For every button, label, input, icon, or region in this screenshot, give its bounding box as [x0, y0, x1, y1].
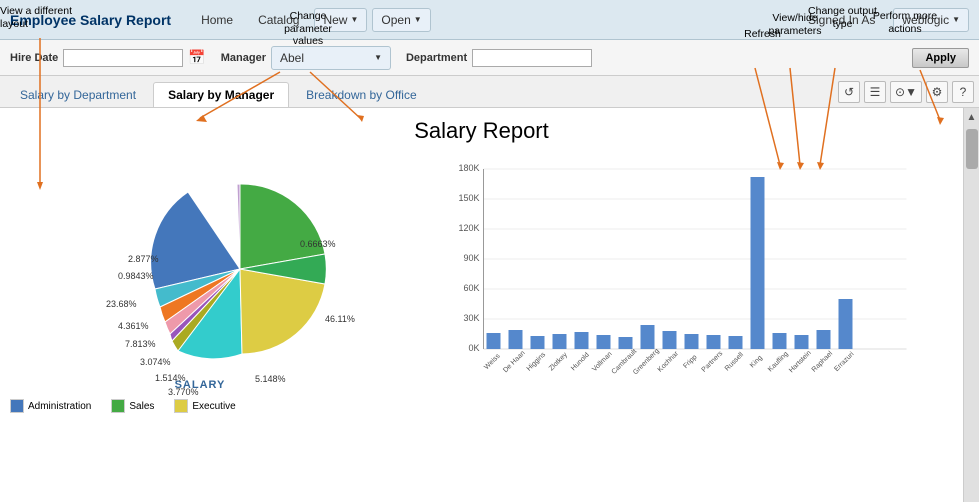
- report-title: Salary Report: [10, 118, 953, 144]
- nav-bar: Employee Salary Report Home Catalog New …: [0, 0, 979, 40]
- param-bar: Hire Date 📅 Manager Abel ▼ Department Ap…: [0, 40, 979, 76]
- tab-breakdown-office[interactable]: Breakdown by Office: [291, 82, 432, 107]
- report-area: Salary Report 0.6663% 46.11% 5.148% 3.77…: [0, 108, 963, 502]
- svg-text:Kaufling: Kaufling: [767, 350, 790, 373]
- hire-date-input[interactable]: [63, 49, 183, 67]
- pct-label-10: 0.9843%: [118, 271, 154, 281]
- legend: Administration Sales Executive: [10, 399, 390, 413]
- svg-text:Raphael: Raphael: [811, 350, 835, 374]
- bar-chart-area: 180K 150K 120K 90K 60K 30K 0K: [410, 159, 953, 379]
- manager-value: Abel: [280, 51, 371, 65]
- svg-text:Partners: Partners: [701, 350, 725, 374]
- new-caret-icon: ▼: [350, 15, 358, 24]
- change-output-button[interactable]: ⊙▼: [890, 81, 922, 103]
- pct-label-4: 3.770%: [168, 387, 199, 397]
- pct-label-2: 46.11%: [325, 314, 355, 324]
- department-group: Department: [406, 49, 592, 67]
- view-hide-params-button[interactable]: ☰: [864, 81, 886, 103]
- new-dropdown[interactable]: New ▼: [314, 8, 367, 32]
- refresh-button[interactable]: ↺: [838, 81, 860, 103]
- svg-text:0K: 0K: [468, 343, 479, 353]
- legend-executive: Executive: [174, 399, 235, 413]
- svg-text:Errazuri: Errazuri: [833, 350, 856, 373]
- scrollbar[interactable]: ▲: [963, 108, 979, 502]
- hire-date-group: Hire Date 📅: [10, 49, 206, 67]
- tabs-bar: Salary by Department Salary by Manager B…: [0, 76, 979, 108]
- settings-button[interactable]: ⚙: [926, 81, 948, 103]
- svg-text:60K: 60K: [463, 283, 479, 293]
- legend-administration: Administration: [10, 399, 91, 413]
- manager-group: Manager Abel ▼: [221, 46, 391, 70]
- pct-label-1: 0.6663%: [300, 239, 336, 249]
- open-caret-icon: ▼: [414, 15, 422, 24]
- pct-label-3: 5.148%: [255, 374, 286, 384]
- nav-right: Signed In As weblogic ▼: [798, 8, 969, 32]
- pct-label-9: 23.68%: [106, 299, 137, 309]
- manager-dropdown[interactable]: Abel ▼: [271, 46, 391, 70]
- app-title: Employee Salary Report: [10, 12, 171, 28]
- svg-text:Fripp: Fripp: [682, 354, 698, 370]
- bar-svg: 180K 150K 120K 90K 60K 30K 0K: [410, 159, 953, 379]
- legend-label-sales: Sales: [129, 401, 154, 412]
- manager-caret-icon: ▼: [374, 53, 382, 62]
- tab-salary-department[interactable]: Salary by Department: [5, 82, 151, 107]
- legend-sales: Sales: [111, 399, 154, 413]
- new-label: New: [323, 13, 347, 27]
- pie-svg: [10, 159, 390, 379]
- svg-text:Higgins: Higgins: [526, 351, 548, 373]
- legend-label-exec: Executive: [192, 401, 235, 412]
- user-caret-icon: ▼: [952, 15, 960, 24]
- legend-color-exec: [174, 399, 188, 413]
- manager-label: Manager: [221, 52, 266, 64]
- svg-text:Hartstein: Hartstein: [788, 349, 813, 374]
- svg-text:Zlotkey: Zlotkey: [548, 351, 569, 372]
- charts-row: 0.6663% 46.11% 5.148% 3.770% 1.514% 3.07…: [10, 159, 953, 413]
- legend-label-admin: Administration: [28, 401, 91, 412]
- svg-text:Hunold: Hunold: [570, 352, 591, 373]
- signed-in-label: Signed In As: [798, 9, 885, 31]
- legend-color-sales: [111, 399, 125, 413]
- tabs-right-icons: ↺ ☰ ⊙▼ ⚙ ?: [838, 81, 974, 107]
- bar-chart-container: 180K 150K 120K 90K 60K 30K 0K: [410, 159, 953, 379]
- nav-links: Home Catalog New ▼ Open ▼: [191, 8, 798, 32]
- pct-label-8: 4.361%: [118, 321, 149, 331]
- department-label: Department: [406, 52, 467, 64]
- pie-chart-title: SALARY: [10, 379, 390, 391]
- scrollbar-thumb[interactable]: [966, 129, 978, 169]
- apply-button[interactable]: Apply: [912, 48, 969, 68]
- calendar-icon[interactable]: 📅: [188, 49, 205, 66]
- tab-salary-manager[interactable]: Salary by Manager: [153, 82, 289, 107]
- pct-label-5: 1.514%: [155, 373, 186, 383]
- main-content: Salary Report 0.6663% 46.11% 5.148% 3.77…: [0, 108, 979, 502]
- svg-text:Weiss: Weiss: [483, 352, 502, 371]
- hire-date-label: Hire Date: [10, 52, 58, 64]
- pct-label-6: 3.074%: [140, 357, 171, 367]
- svg-text:Kochhar: Kochhar: [657, 350, 681, 374]
- help-button[interactable]: ?: [952, 81, 974, 103]
- svg-text:King: King: [749, 354, 764, 369]
- home-link[interactable]: Home: [191, 9, 243, 31]
- user-dropdown[interactable]: weblogic ▼: [893, 8, 969, 32]
- svg-text:180K: 180K: [458, 163, 479, 173]
- department-input[interactable]: [472, 49, 592, 67]
- pct-label-7: 7.813%: [125, 339, 156, 349]
- open-dropdown[interactable]: Open ▼: [372, 8, 430, 32]
- pie-chart-area: 0.6663% 46.11% 5.148% 3.770% 1.514% 3.07…: [10, 159, 390, 413]
- catalog-link[interactable]: Catalog: [248, 9, 309, 31]
- pie-container: 0.6663% 46.11% 5.148% 3.770% 1.514% 3.07…: [10, 159, 390, 379]
- svg-text:120K: 120K: [458, 223, 479, 233]
- username: weblogic: [902, 13, 949, 27]
- svg-text:30K: 30K: [463, 313, 479, 323]
- svg-text:Russell: Russell: [724, 351, 745, 372]
- svg-text:150K: 150K: [458, 193, 479, 203]
- open-label: Open: [381, 13, 410, 27]
- svg-text:De Haan: De Haan: [502, 350, 527, 375]
- pct-label-11: 2.877%: [128, 254, 159, 264]
- svg-text:90K: 90K: [463, 253, 479, 263]
- legend-color-admin: [10, 399, 24, 413]
- scroll-up-arrow[interactable]: ▲: [965, 110, 979, 125]
